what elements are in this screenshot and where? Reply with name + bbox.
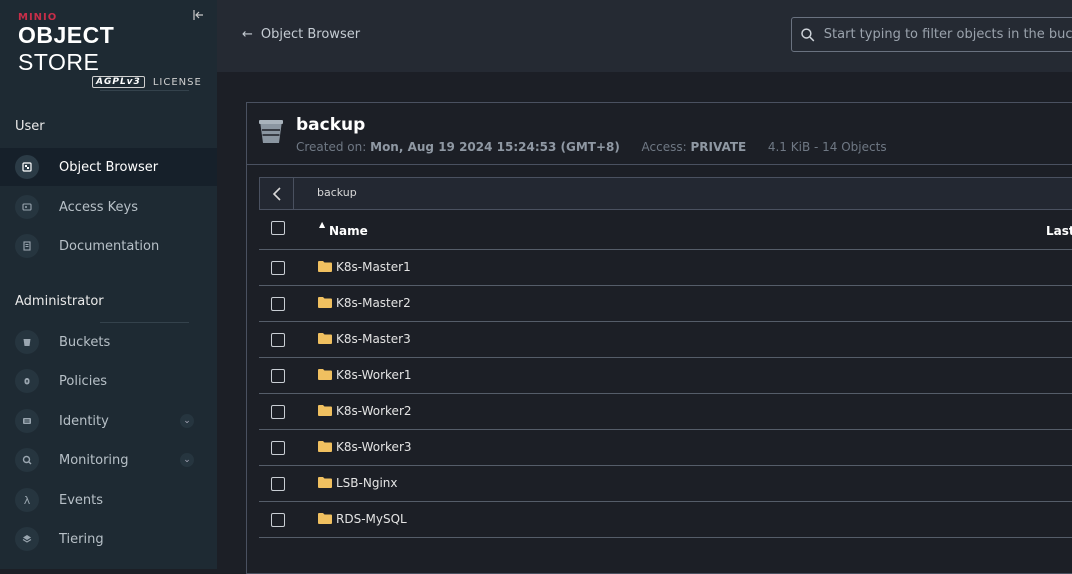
sidebar-item-object-browser[interactable]: Object Browser	[0, 148, 217, 186]
row-checkbox[interactable]	[271, 261, 285, 275]
access-keys-icon	[15, 195, 39, 219]
arrow-left-icon: ←	[242, 27, 253, 42]
column-header-last-modified[interactable]: Last	[1046, 224, 1072, 238]
sidebar-item-label: Object Browser	[59, 159, 159, 175]
table-row[interactable]: K8s-Worker1	[259, 358, 1072, 394]
license-label: LICENSE	[152, 76, 202, 88]
size-summary: 4.1 KiB - 14 Objects	[767, 140, 887, 154]
sidebar-item-label: Tiering	[59, 531, 104, 547]
folder-icon	[318, 333, 332, 344]
object-browser-icon	[15, 155, 39, 179]
object-name[interactable]: LSB-Nginx	[336, 476, 398, 490]
tiering-icon	[15, 527, 39, 551]
sidebar-item-policies[interactable]: Policies	[0, 362, 217, 400]
sidebar-item-label: Policies	[59, 373, 108, 389]
table-row[interactable]: LSB-Nginx	[259, 466, 1072, 502]
object-name[interactable]: K8s-Worker2	[336, 404, 412, 418]
minio-logo[interactable]: MINIO OBJECT STORE AGPLv3 LICENSE	[18, 12, 201, 88]
path-bar: backup	[259, 177, 1072, 210]
monitoring-icon	[15, 448, 39, 472]
bucket-meta: Created on: Mon, Aug 19 2024 15:24:53 (G…	[296, 140, 887, 154]
sidebar-item-buckets[interactable]: Buckets	[0, 323, 217, 361]
sidebar-item-tiering[interactable]: Tiering	[0, 520, 217, 558]
object-name[interactable]: K8s-Master3	[336, 332, 411, 346]
table-row[interactable]: K8s-Worker3	[259, 430, 1072, 466]
created-label: Created on:	[296, 140, 367, 154]
object-name[interactable]: K8s-Worker3	[336, 440, 412, 454]
folder-icon	[318, 261, 332, 272]
row-checkbox[interactable]	[271, 513, 285, 527]
object-name[interactable]: K8s-Master2	[336, 296, 411, 310]
created-value: Mon, Aug 19 2024 15:24:53 (GMT+8)	[370, 140, 620, 154]
sidebar-item-access-keys[interactable]: Access Keys	[0, 188, 217, 226]
objects-table: ▲ Name Last K8s-Master1 K8s-Master2 K8s-Ma…	[259, 210, 1072, 538]
table-row[interactable]: K8s-Master3	[259, 322, 1072, 358]
section-administrator: Administrator	[15, 294, 104, 309]
folder-icon	[318, 477, 332, 488]
bucket-name: backup	[296, 115, 366, 135]
top-bar: ← Object Browser	[217, 0, 1072, 72]
bucket-icon	[15, 330, 39, 354]
object-filter-search[interactable]	[791, 17, 1072, 52]
select-all-checkbox[interactable]	[271, 221, 285, 235]
breadcrumb[interactable]: backup	[317, 186, 357, 199]
folder-icon	[318, 369, 332, 380]
folder-icon	[318, 297, 332, 308]
sidebar-item-label: Monitoring	[59, 452, 129, 468]
sidebar-item-label: Access Keys	[59, 199, 138, 215]
row-checkbox[interactable]	[271, 369, 285, 383]
folder-icon	[318, 405, 332, 416]
sidebar-item-label: Events	[59, 492, 104, 508]
bucket-header: backup Created on: Mon, Aug 19 2024 15:2…	[247, 103, 1072, 165]
table-row[interactable]: K8s-Master1	[259, 250, 1072, 286]
sidebar: MINIO OBJECT STORE AGPLv3 LICENSE User O…	[0, 0, 217, 569]
row-checkbox[interactable]	[271, 297, 285, 311]
chevron-left-icon	[272, 186, 281, 201]
row-checkbox[interactable]	[271, 477, 285, 491]
access-value: PRIVATE	[690, 140, 747, 154]
table-header: ▲ Name Last	[259, 210, 1072, 250]
bucket-icon	[259, 120, 283, 143]
search-icon	[801, 27, 815, 41]
bucket-panel: backup Created on: Mon, Aug 19 2024 15:2…	[246, 102, 1072, 574]
row-checkbox[interactable]	[271, 333, 285, 347]
documentation-icon	[15, 234, 39, 258]
identity-icon	[15, 409, 39, 433]
sidebar-item-events[interactable]: λ Events	[0, 481, 217, 519]
folder-icon	[318, 441, 332, 452]
object-name[interactable]: K8s-Worker1	[336, 368, 412, 382]
object-name[interactable]: K8s-Master1	[336, 260, 411, 274]
object-name[interactable]: RDS-MySQL	[336, 512, 407, 526]
sidebar-divider	[100, 90, 189, 91]
chevron-down-icon[interactable]: ⌄	[180, 414, 194, 428]
logo-product-name: OBJECT STORE	[18, 22, 115, 75]
lambda-icon: λ	[15, 488, 39, 512]
table-row[interactable]: K8s-Worker2	[259, 394, 1072, 430]
table-row[interactable]: RDS-MySQL	[259, 502, 1072, 538]
row-checkbox[interactable]	[271, 405, 285, 419]
agpl-badge: AGPLv3	[92, 76, 145, 88]
collapse-sidebar-icon[interactable]	[193, 9, 207, 23]
table-row[interactable]: K8s-Master2	[259, 286, 1072, 322]
sidebar-item-monitoring[interactable]: Monitoring ⌄	[0, 441, 217, 479]
chevron-down-icon[interactable]: ⌄	[180, 453, 194, 467]
column-header-name[interactable]: Name	[317, 224, 368, 238]
section-user: User	[15, 119, 45, 134]
logo-license: AGPLv3 LICENSE	[92, 76, 201, 88]
search-input[interactable]	[821, 26, 1072, 43]
sidebar-item-label: Documentation	[59, 238, 160, 254]
sidebar-item-identity[interactable]: Identity ⌄	[0, 402, 217, 440]
sidebar-item-documentation[interactable]: Documentation	[0, 227, 217, 265]
back-to-object-browser-link[interactable]: ← Object Browser	[242, 27, 360, 42]
sidebar-item-label: Buckets	[59, 334, 111, 350]
folder-icon	[318, 513, 332, 524]
sidebar-item-label: Identity	[59, 413, 109, 429]
row-checkbox[interactable]	[271, 441, 285, 455]
policy-icon	[15, 369, 39, 393]
path-back-button[interactable]	[260, 178, 294, 209]
back-link-label: Object Browser	[260, 27, 361, 42]
access-label: Access:	[641, 140, 687, 154]
